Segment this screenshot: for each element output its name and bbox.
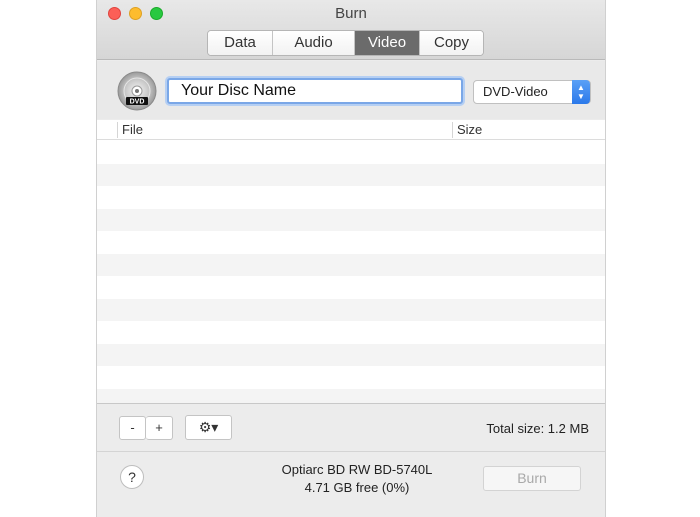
table-row xyxy=(97,231,605,254)
file-table: File Size xyxy=(97,120,605,411)
column-header-size[interactable]: Size xyxy=(457,122,482,137)
dvd-logo-text: DVD xyxy=(130,99,145,106)
burn-window: Burn Data Audio Video Copy DVD Your Disc… xyxy=(96,0,606,517)
disc-type-value: DVD-Video xyxy=(483,84,548,99)
column-divider xyxy=(117,122,118,138)
table-row xyxy=(97,163,605,186)
tab-audio[interactable]: Audio xyxy=(273,31,355,55)
table-row xyxy=(97,253,605,276)
table-row xyxy=(97,141,605,164)
gear-icon: ⚙▾ xyxy=(198,419,219,435)
tab-copy[interactable]: Copy xyxy=(420,31,483,55)
mode-tabs: Data Audio Video Copy xyxy=(207,30,484,56)
divider xyxy=(97,451,605,452)
column-header-file[interactable]: File xyxy=(122,122,143,137)
table-rows xyxy=(97,141,605,411)
tab-data[interactable]: Data xyxy=(208,31,273,55)
table-row xyxy=(97,298,605,321)
table-row xyxy=(97,276,605,299)
table-header: File Size xyxy=(97,120,605,140)
gear-menu-button[interactable]: ⚙▾ xyxy=(185,415,232,440)
table-row xyxy=(97,321,605,344)
burn-button[interactable]: Burn xyxy=(483,466,581,491)
window-title: Burn xyxy=(335,5,367,22)
total-size-label: Total size: 1.2 MB xyxy=(486,421,589,436)
titlebar: Burn Data Audio Video Copy xyxy=(97,0,605,60)
table-row xyxy=(97,343,605,366)
disc-type-select[interactable]: DVD-Video ▲ ▼ xyxy=(473,80,591,104)
disc-name-input[interactable] xyxy=(167,78,463,104)
add-file-button[interactable]: + xyxy=(146,416,173,440)
bottom-bar: - + ⚙▾ Total size: 1.2 MB ? Optiarc BD R… xyxy=(97,403,605,517)
dvd-disc-icon: DVD xyxy=(117,71,157,111)
column-divider xyxy=(452,122,453,138)
remove-file-button[interactable]: - xyxy=(119,416,146,440)
table-row xyxy=(97,186,605,209)
tab-video[interactable]: Video xyxy=(355,31,420,55)
table-row xyxy=(97,208,605,231)
table-row xyxy=(97,366,605,389)
select-stepper-icon: ▲ ▼ xyxy=(572,80,590,104)
